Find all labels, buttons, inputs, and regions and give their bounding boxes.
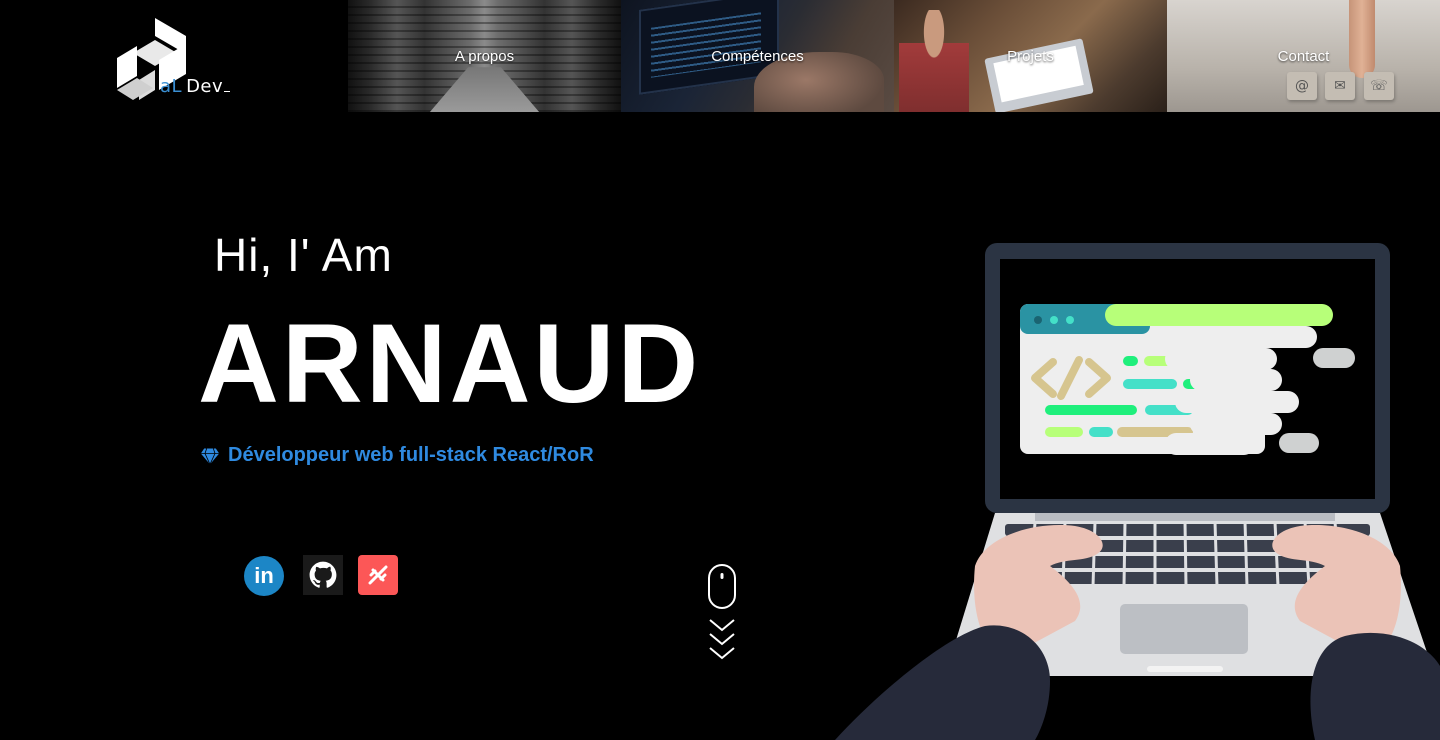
- hero-role-text: Développeur web full-stack React/RoR: [228, 444, 594, 466]
- logo-text: aL Dev: [160, 76, 231, 97]
- nav-item-apropos[interactable]: A propos: [348, 0, 621, 112]
- laptop-illustration: [835, 243, 1440, 740]
- nav-item-competences[interactable]: Compétences: [621, 0, 894, 112]
- hero-greeting: Hi, I' Am: [214, 229, 393, 281]
- mail-icon: ✉: [1325, 72, 1355, 100]
- nav-label: Projets: [1007, 47, 1054, 65]
- nav-item-projets[interactable]: Projets: [894, 0, 1167, 112]
- github-icon[interactable]: [303, 555, 343, 595]
- linkedin-text: in: [254, 563, 274, 588]
- scroll-down-indicator[interactable]: [707, 563, 737, 663]
- hero-name: ARNAUD: [198, 301, 702, 426]
- at-icon: @: [1287, 72, 1317, 100]
- linkedin-icon[interactable]: in: [244, 556, 284, 596]
- nav-label: Compétences: [711, 47, 804, 65]
- nav-image-finger: [1349, 0, 1375, 78]
- nav-label: A propos: [454, 47, 515, 65]
- diamond-icon: [200, 447, 220, 465]
- logo[interactable]: aL Dev: [0, 0, 348, 112]
- logo-cursor: [224, 91, 231, 92]
- logo-suffix: Dev: [186, 76, 224, 97]
- malt-logo: [368, 565, 388, 585]
- mouse-icon: [708, 564, 736, 609]
- nav-label: Contact: [1277, 47, 1330, 65]
- nav-item-contact[interactable]: @ ✉ ☏ Contact: [1167, 0, 1440, 112]
- site-header: aLDev A propos Compétences Projets @ ✉: [0, 0, 1440, 112]
- logo-prefix: aL: [160, 76, 183, 97]
- github-logo: [309, 561, 337, 588]
- main-nav: A propos Compétences Projets @ ✉ ☏ Conta…: [348, 0, 1440, 112]
- nav-image-person: [899, 10, 969, 112]
- malt-icon[interactable]: [358, 555, 398, 595]
- phone-icon: ☏: [1364, 72, 1394, 100]
- hero-role: Développeur web full-stack React/RoR: [200, 444, 594, 467]
- chevrons-down-icon: [709, 619, 735, 660]
